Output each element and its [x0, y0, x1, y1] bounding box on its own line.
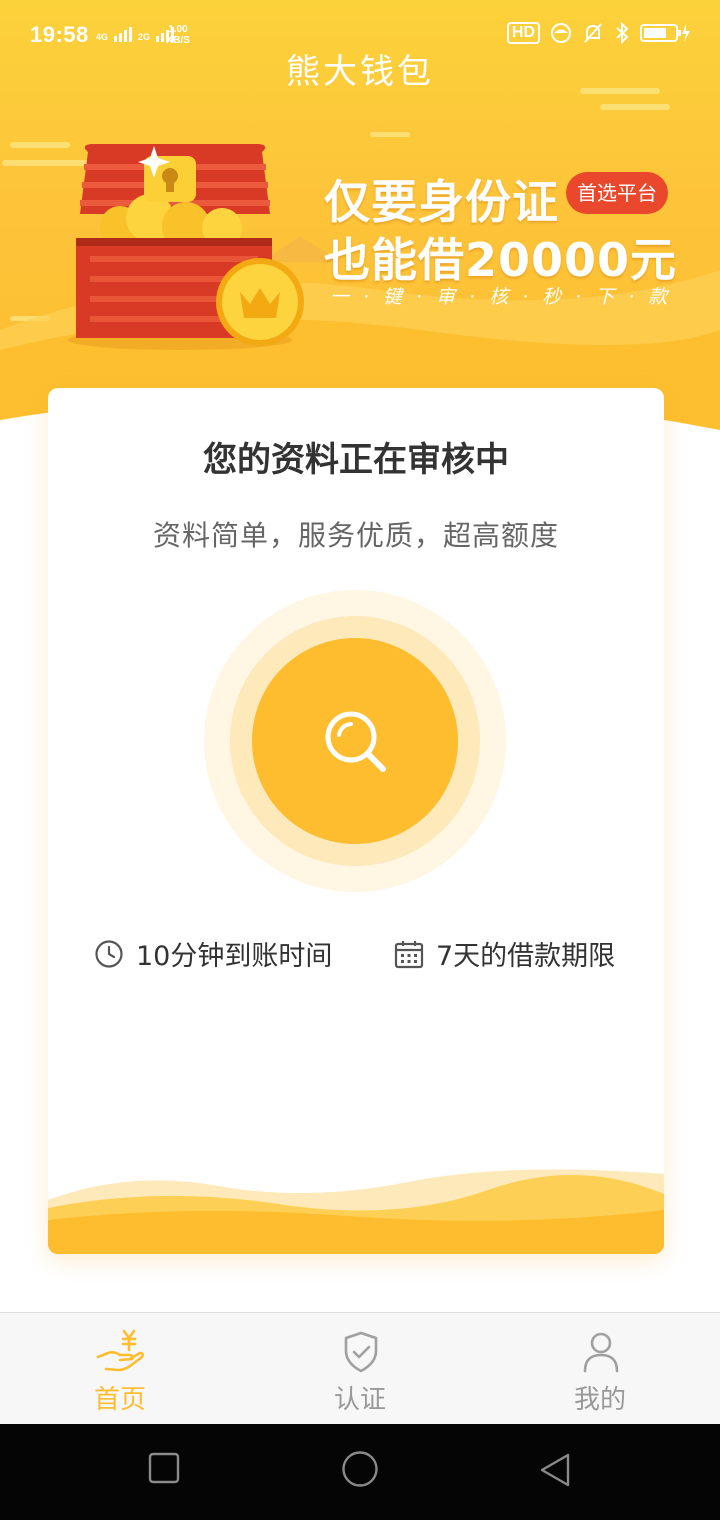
network-indicators: 4G 2G: [96, 24, 175, 42]
speed-value: 1.00: [168, 24, 188, 35]
arrival-time-info: 10分钟到账时间: [94, 934, 332, 973]
network-4g-label: 4G: [96, 32, 109, 42]
clock-icon: [95, 939, 123, 968]
search-icon: [325, 711, 386, 772]
mute-bell-icon: [584, 23, 602, 43]
tab-home-label: 首页: [93, 1385, 146, 1415]
card-subtitle: 资料简单，服务优质，超高额度: [152, 519, 559, 552]
vpn-icon: [551, 23, 571, 43]
battery-icon: [640, 24, 690, 42]
loan-term-text: 7天的借款期限: [436, 941, 616, 972]
signal-icon: [114, 24, 133, 42]
tab-verify[interactable]: 认证: [240, 1313, 480, 1425]
banner-headline-1: 仅要身份证: [324, 175, 559, 229]
tab-mine-label: 我的: [573, 1385, 626, 1415]
bottom-tab-bar: 首页 认证 我的: [0, 1312, 720, 1424]
shield-check-icon: [344, 1331, 378, 1373]
calendar-icon: [394, 940, 424, 968]
card-wave-decoration: [48, 1169, 664, 1254]
tab-verify-label: 认证: [333, 1385, 386, 1415]
system-navigation-bar: [0, 1424, 720, 1520]
tab-mine[interactable]: 我的: [480, 1313, 720, 1425]
network-speed: 1.00 KB/S: [166, 24, 190, 46]
home-button[interactable]: [341, 1450, 379, 1488]
banner-tagline: 一·键·审·核·秒·下·款: [330, 286, 682, 308]
back-button[interactable]: [538, 1452, 574, 1488]
tab-home[interactable]: 首页: [0, 1313, 240, 1425]
loan-term-info: 7天的借款期限: [394, 934, 615, 973]
hand-yen-icon: [96, 1329, 144, 1372]
network-2g-label: 2G: [138, 32, 151, 42]
recents-button[interactable]: [148, 1452, 180, 1484]
banner-badge: 首选平台: [566, 172, 668, 214]
status-icons: HD: [506, 22, 692, 44]
app-title: 熊大钱包: [286, 52, 434, 92]
card-title: 您的资料正在审核中: [203, 440, 509, 480]
user-icon: [583, 1332, 619, 1373]
hd-icon: HD: [506, 22, 540, 44]
review-status-card: 您的资料正在审核中 资料简单，服务优质，超高额度 10分钟到账时间 7天的借款期…: [48, 388, 664, 1254]
banner-headline-2: 也能借20000元: [324, 233, 678, 287]
treasure-chest-illustration: [68, 144, 304, 350]
arrival-time-text: 10分钟到账时间: [136, 941, 333, 972]
bluetooth-icon: [616, 22, 629, 44]
